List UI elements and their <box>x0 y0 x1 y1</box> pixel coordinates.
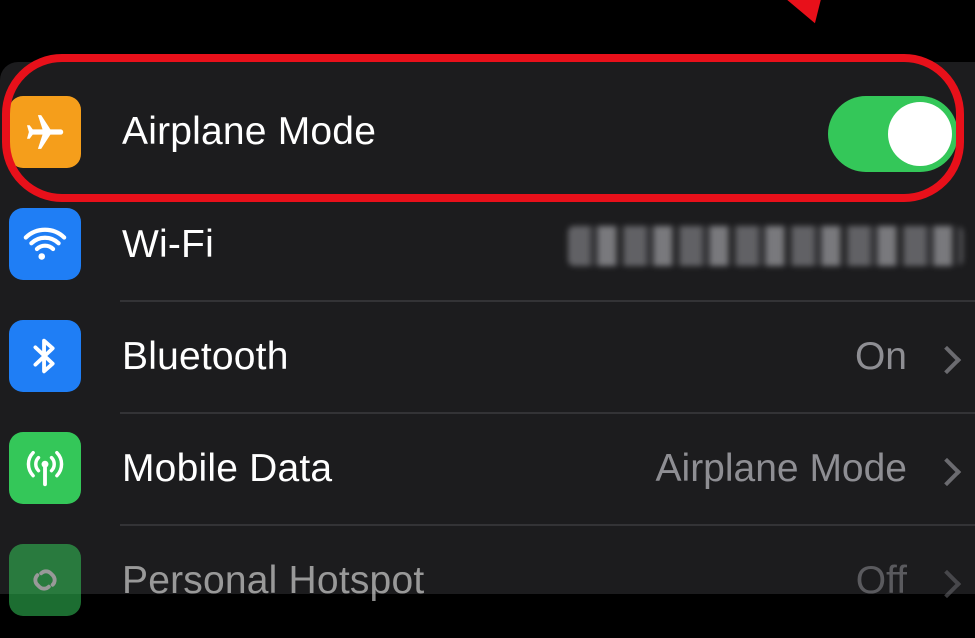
chevron-right-icon <box>932 457 962 487</box>
hotspot-icon <box>9 544 81 616</box>
antenna-icon <box>9 432 81 504</box>
bluetooth-label: Bluetooth <box>122 335 289 378</box>
settings-row-personal-hotspot[interactable]: Personal Hotspot Off <box>0 526 975 638</box>
wifi-icon <box>9 208 81 280</box>
wifi-network-name-blurred <box>568 226 963 266</box>
bluetooth-value: On <box>854 335 907 378</box>
settings-row-bluetooth[interactable]: Bluetooth On <box>0 302 975 414</box>
personal-hotspot-label: Personal Hotspot <box>122 559 425 602</box>
personal-hotspot-value: Off <box>855 559 907 602</box>
bluetooth-icon <box>9 320 81 392</box>
settings-row-mobile-data[interactable]: Mobile Data Airplane Mode <box>0 414 975 526</box>
wifi-label: Wi-Fi <box>122 223 214 266</box>
highlight-outline <box>2 54 964 202</box>
mobile-data-label: Mobile Data <box>122 447 333 490</box>
mobile-data-value: Airplane Mode <box>655 447 907 490</box>
chevron-right-icon <box>932 345 962 375</box>
